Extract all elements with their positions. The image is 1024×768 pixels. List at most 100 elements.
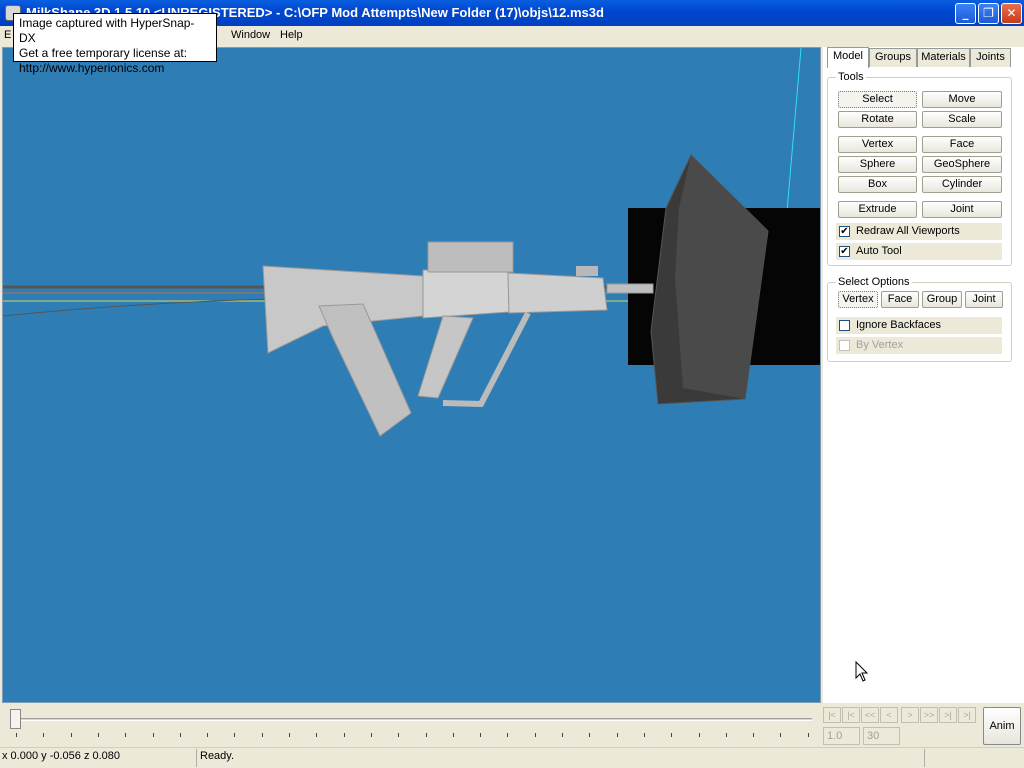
timeline-tick (207, 733, 209, 737)
redraw-all-checkbox[interactable]: ✔ Redraw All Viewports (836, 223, 1002, 240)
timeline-tick (507, 733, 509, 737)
timeline-tick (316, 733, 318, 737)
face-tool-button[interactable]: Face (922, 136, 1002, 153)
vertex-tool-button[interactable]: Vertex (838, 136, 917, 153)
tab-model[interactable]: Model (827, 47, 869, 68)
select-vertex-button[interactable]: Vertex (838, 291, 878, 308)
tooltip-line-1: Image captured with HyperSnap-DX (19, 16, 195, 45)
tooltip-line-2: Get a free temporary license at: (19, 46, 188, 60)
timeline-tick (780, 733, 782, 737)
prev-frame-button[interactable]: < (880, 707, 898, 723)
timeline-tick (452, 733, 454, 737)
first-frame-button[interactable]: |< (823, 707, 841, 723)
tooltip-line-3: http://www.hyperionics.com (19, 61, 165, 75)
timeline-tick (152, 733, 154, 737)
timeline-thumb[interactable] (10, 709, 21, 729)
auto-tool-checkbox[interactable]: ✔ Auto Tool (836, 243, 1002, 260)
tab-materials[interactable]: Materials (917, 48, 970, 67)
by-vertex-checkbox: By Vertex (836, 337, 1002, 354)
auto-tool-label: Auto Tool (856, 245, 902, 257)
rifle-mesh[interactable] (262, 241, 654, 437)
timeline-tick (16, 733, 17, 737)
select-options-label: Select Options (836, 276, 912, 288)
select-face-button[interactable]: Face (881, 291, 919, 308)
minimize-button[interactable]: _ (955, 3, 976, 24)
tool-panel: Model Groups Materials Joints Tools Sele… (823, 47, 1024, 703)
select-joint-button[interactable]: Joint (965, 291, 1003, 308)
timeline-tick (234, 733, 236, 737)
timeline-tick (534, 733, 536, 737)
next-key-button[interactable]: >| (939, 707, 957, 723)
timeline-tick (589, 733, 591, 737)
menu-help[interactable]: Help (280, 29, 303, 41)
timeline-tick (616, 733, 618, 737)
by-vertex-label: By Vertex (856, 339, 904, 351)
next-frame-button[interactable]: > (901, 707, 919, 723)
status-coords: x 0.000 y -0.056 z 0.080 (2, 750, 121, 762)
current-frame-field: 1.0 (823, 727, 860, 745)
close-button[interactable]: ✕ (1001, 3, 1022, 24)
ignore-backfaces-checkbox[interactable]: Ignore Backfaces (836, 317, 1002, 334)
rifle-magazine (318, 303, 412, 437)
rifle-scope (427, 241, 514, 273)
timeline-tick (261, 733, 263, 737)
move-button[interactable]: Move (922, 91, 1002, 108)
status-separator-2 (924, 749, 925, 767)
prev-key-button[interactable]: |< (842, 707, 860, 723)
timeline-tick (43, 733, 45, 737)
extrude-button[interactable]: Extrude (838, 201, 917, 218)
timeline-tick (370, 733, 372, 737)
timeline-tick (671, 733, 673, 737)
tab-groups[interactable]: Groups (869, 48, 917, 67)
timeline-tick (807, 733, 809, 737)
timeline-tick (698, 733, 700, 737)
ignore-backfaces-label: Ignore Backfaces (856, 319, 941, 331)
capture-tooltip: Image captured with HyperSnap-DX Get a f… (13, 13, 217, 75)
timeline-tick (125, 733, 127, 737)
rifle-barrel-shroud (507, 272, 608, 314)
timeline-tick (343, 733, 345, 737)
rifle-front-sight (576, 266, 598, 276)
tools-group-label: Tools (836, 71, 866, 83)
ignore-backfaces-box (839, 320, 850, 331)
rifle-receiver (422, 269, 510, 319)
redraw-all-label: Redraw All Viewports (856, 225, 960, 237)
timeline-tick (425, 733, 427, 737)
menu-file[interactable]: E (4, 29, 11, 41)
rifle-muzzle (606, 283, 654, 294)
sphere-button[interactable]: Sphere (838, 156, 917, 173)
timeline-track[interactable] (12, 718, 812, 721)
tools-group: Tools Select Move Rotate Scale Vertex Fa… (827, 71, 1012, 266)
3d-viewport[interactable] (2, 47, 821, 703)
rewind-button[interactable]: << (861, 707, 879, 723)
tab-joints[interactable]: Joints (970, 48, 1011, 67)
timeline-tick (289, 733, 290, 737)
geosphere-button[interactable]: GeoSphere (922, 156, 1002, 173)
scale-button[interactable]: Scale (922, 111, 1002, 128)
timeline-tick (179, 733, 181, 737)
timeline-tick (725, 733, 727, 737)
status-separator (196, 749, 197, 767)
timeline-tick (70, 733, 72, 737)
cylinder-button[interactable]: Cylinder (922, 176, 1002, 193)
box-button[interactable]: Box (838, 176, 917, 193)
joint-tool-button[interactable]: Joint (922, 201, 1002, 218)
timeline-tick (562, 733, 563, 737)
select-button[interactable]: Select (838, 91, 917, 108)
timeline-tick (643, 733, 645, 737)
rotate-button[interactable]: Rotate (838, 111, 917, 128)
rifle-grip (417, 315, 474, 399)
animation-controls: |< |< << < > >> >| >| 1.0 30 Anim (822, 705, 1024, 747)
menu-window[interactable]: Window (231, 29, 270, 41)
total-frames-field: 30 (863, 727, 900, 745)
animation-timeline (2, 705, 821, 745)
anim-button[interactable]: Anim (983, 707, 1021, 745)
timeline-tick (753, 733, 755, 737)
redraw-all-check-icon: ✔ (839, 226, 850, 237)
viewport-canvas[interactable] (3, 48, 821, 703)
maximize-button[interactable]: ❐ (978, 3, 999, 24)
select-group-button[interactable]: Group (922, 291, 962, 308)
forward-button[interactable]: >> (920, 707, 938, 723)
last-frame-button[interactable]: >| (958, 707, 976, 723)
by-vertex-box (839, 340, 850, 351)
